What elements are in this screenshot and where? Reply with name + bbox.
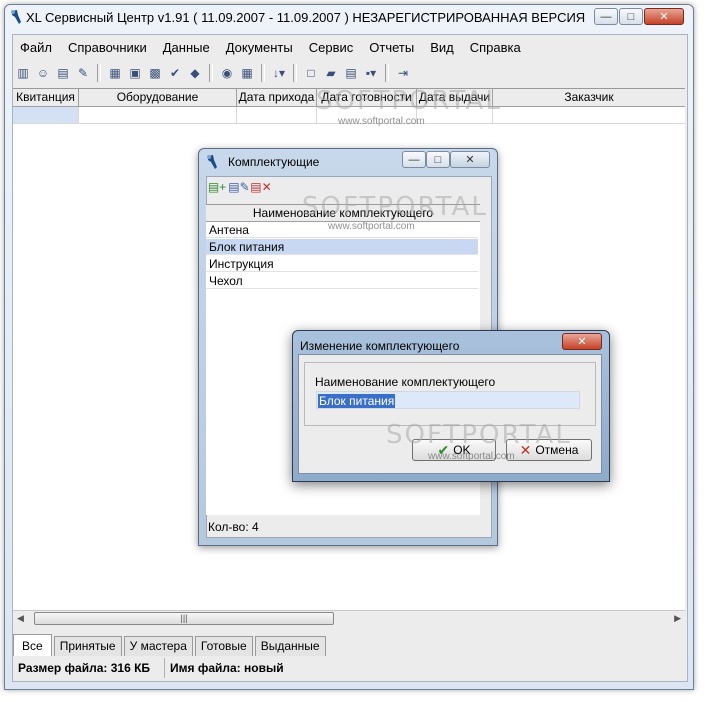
scroll-left-icon[interactable]: ◀ [17, 613, 24, 624]
watermark-logo: SOFTPORTAL [386, 420, 572, 450]
column-header-receipt[interactable]: Квитанция [13, 89, 79, 106]
export-icon[interactable]: ⇥ [394, 64, 412, 82]
watermark-url: www.softportal.com [428, 451, 515, 462]
menu-documents[interactable]: Документы [218, 38, 301, 58]
menu-references[interactable]: Справочники [60, 38, 155, 58]
parts-window-title: Комплектующие [228, 155, 320, 169]
parts-close-button[interactable]: ✕ [450, 151, 490, 168]
open-folder-icon[interactable]: ▰ [322, 64, 340, 82]
receipt-icon[interactable]: ▦ [106, 64, 124, 82]
status-bar: Размер файла: 316 КБ Имя файла: новый [13, 658, 685, 678]
menu-data[interactable]: Данные [155, 38, 218, 58]
watermark-logo: SOFTPORTAL [316, 86, 502, 116]
dialog-title: Изменение комплектующего [300, 339, 460, 353]
close-button[interactable]: ✕ [644, 8, 684, 25]
list-item[interactable]: Чехол [206, 273, 478, 289]
equipment-icon[interactable]: ▥ [14, 64, 32, 82]
toolbar-separator [209, 64, 213, 82]
watermark-logo: SOFTPORTAL [302, 192, 488, 222]
documents-icon[interactable]: ▤ [54, 64, 72, 82]
part-name-label: Наименование комплектующего [315, 375, 496, 389]
toolbar-separator [293, 64, 297, 82]
tab-all[interactable]: Все [13, 634, 52, 656]
form-icon[interactable]: ▣ [126, 64, 144, 82]
watermark-url: www.softportal.com [328, 221, 415, 232]
print-icon[interactable]: ▤ [342, 64, 360, 82]
close-icon: ✕ [465, 154, 475, 166]
toolbar-separator [385, 64, 389, 82]
menu-bar: Файл Справочники Данные Документы Сервис… [12, 38, 686, 58]
add-record-icon[interactable]: ▤+ [208, 178, 226, 196]
status-file-name: Имя файла: новый [170, 661, 284, 675]
column-header-customer[interactable]: Заказчик [493, 89, 685, 106]
toolbar-separator [261, 64, 265, 82]
menu-reports[interactable]: Отчеты [361, 38, 422, 58]
sort-icon[interactable]: ↓▾ [270, 64, 288, 82]
save-icon[interactable]: ▪▾ [362, 64, 380, 82]
maximize-icon: □ [627, 10, 635, 23]
dialog-close-button[interactable]: ✕ [562, 333, 602, 350]
main-toolbar: ▥ ☺ ▤ ✎ ▦ ▣ ▩ ✔ ◆ ◉ ▦ ↓▾ □ ▰ ▤ ▪▾ ⇥ [14, 62, 684, 84]
column-header-arrival-date[interactable]: Дата прихода [237, 89, 317, 106]
parts-minimize-button[interactable]: — [402, 151, 426, 168]
app-icon [207, 155, 217, 169]
tab-ready[interactable]: Готовые [194, 636, 253, 656]
window-title: XL Сервисный Центр v1.91 ( 11.09.2007 - … [26, 10, 586, 25]
menu-service[interactable]: Сервис [301, 38, 362, 58]
parts-toolbar: ▤+ ▤✎ ▤✕ [208, 178, 272, 200]
list-item-selected[interactable]: Блок питания [206, 239, 478, 255]
toolbar-separator [97, 64, 101, 82]
parts-count: Кол-во: 4 [208, 520, 259, 534]
calendar-icon[interactable]: ▦ [238, 64, 256, 82]
menu-view[interactable]: Вид [422, 38, 462, 58]
menu-help[interactable]: Справка [462, 38, 529, 58]
maximize-icon: □ [434, 153, 442, 166]
table-cell[interactable] [13, 107, 79, 123]
tab-issued[interactable]: Выданные [254, 636, 326, 656]
menu-file[interactable]: Файл [12, 38, 60, 58]
delete-record-icon[interactable]: ▤✕ [250, 178, 271, 196]
customers-icon[interactable]: ☺ [34, 64, 52, 82]
filter-tabs: Все Принятые У мастера Готовые Выданные [13, 634, 328, 656]
close-icon: ✕ [577, 336, 587, 348]
eraser-icon[interactable]: ◆ [186, 64, 204, 82]
app-icon [11, 10, 21, 24]
maximize-button[interactable]: □ [619, 8, 643, 25]
table-cell[interactable] [237, 107, 317, 123]
watermark-url: www.softportal.com [338, 116, 425, 127]
binoculars-icon[interactable]: ◉ [218, 64, 236, 82]
parts-maximize-button[interactable]: □ [426, 151, 450, 168]
scroll-right-icon[interactable]: ▶ [674, 613, 681, 624]
minimize-icon: — [600, 10, 612, 23]
horizontal-scrollbar[interactable]: ◀ ||| ▶ [13, 610, 685, 627]
check-icon[interactable]: ✔ [166, 64, 184, 82]
print-form-icon[interactable]: ▩ [146, 64, 164, 82]
column-header-equipment[interactable]: Оборудование [79, 89, 237, 106]
status-file-size: Размер файла: 316 КБ [13, 658, 165, 678]
new-file-icon[interactable]: □ [302, 64, 320, 82]
table-cell[interactable] [79, 107, 237, 123]
tools-icon[interactable]: ✎ [74, 64, 92, 82]
minimize-button[interactable]: — [594, 8, 618, 25]
minimize-icon: — [408, 153, 420, 166]
close-icon: ✕ [659, 11, 669, 23]
tab-accepted[interactable]: Принятые [53, 636, 122, 656]
edit-record-icon[interactable]: ▤✎ [228, 178, 249, 196]
list-item[interactable]: Инструкция [206, 256, 478, 272]
part-name-value[interactable]: Блок питания [318, 394, 396, 408]
table-cell[interactable] [493, 107, 685, 123]
tab-at-master[interactable]: У мастера [123, 636, 193, 656]
scrollbar-thumb[interactable]: ||| [34, 612, 334, 625]
